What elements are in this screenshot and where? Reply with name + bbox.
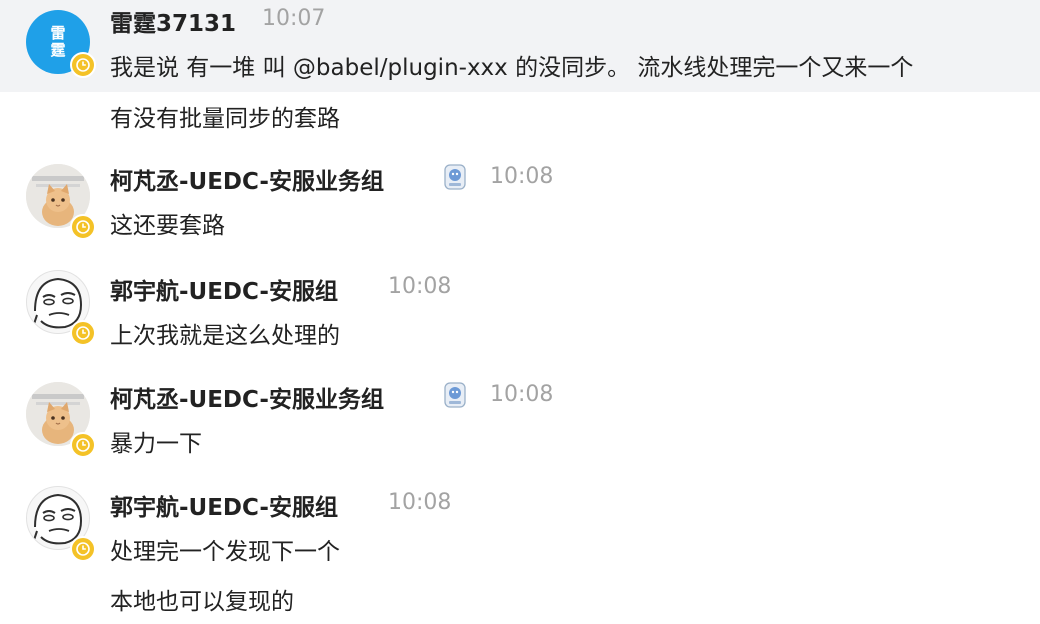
- author-name[interactable]: 雷霆37131: [110, 4, 236, 38]
- timestamp: 10:08: [388, 490, 452, 515]
- author-name[interactable]: 柯芃丞-UEDC-安服业务组: [110, 162, 384, 196]
- clock-icon: [70, 536, 96, 562]
- message-item: 雷 霆 雷霆37131 10:07 我是说 有一堆 叫 @babel/plugi…: [0, 0, 1040, 92]
- avatar-initials: 雷 霆: [50, 24, 66, 59]
- message-item: 郭宇航-UEDC-安服组 10:08 处理完一个发现下一个 本地也可以复现的: [0, 476, 1040, 624]
- author-name[interactable]: 郭宇航-UEDC-安服组: [110, 488, 338, 522]
- clock-icon: [70, 52, 96, 78]
- author-name[interactable]: 柯芃丞-UEDC-安服业务组: [110, 380, 384, 414]
- message-text: 我是说 有一堆 叫 @babel/plugin-xxx 的没同步。 流水线处理完…: [110, 55, 914, 81]
- timestamp: 10:08: [490, 164, 554, 189]
- message-item: 郭宇航-UEDC-安服组 10:08 上次我就是这么处理的: [0, 260, 1040, 360]
- message-item: 柯芃丞-UEDC-安服业务组 10:08 暴力一下: [0, 368, 1040, 468]
- clock-icon: [70, 432, 96, 458]
- author-name[interactable]: 郭宇航-UEDC-安服组: [110, 272, 338, 306]
- message-text: 有没有批量同步的套路: [110, 106, 340, 132]
- message-text: 处理完一个发现下一个: [110, 539, 340, 565]
- message-text: 暴力一下: [110, 431, 202, 457]
- timestamp: 10:08: [490, 382, 554, 407]
- emoji-badge-icon[interactable]: [441, 380, 469, 410]
- clock-icon: [70, 320, 96, 346]
- timestamp: 10:07: [262, 6, 326, 31]
- message-text: 本地也可以复现的: [110, 589, 294, 615]
- emoji-badge-icon[interactable]: [441, 162, 469, 192]
- message-text: 上次我就是这么处理的: [110, 323, 340, 349]
- message-item: 柯芃丞-UEDC-安服业务组 10:08 这还要套路: [0, 150, 1040, 250]
- message-text: 这还要套路: [110, 213, 225, 239]
- clock-icon: [70, 214, 96, 240]
- timestamp: 10:08: [388, 274, 452, 299]
